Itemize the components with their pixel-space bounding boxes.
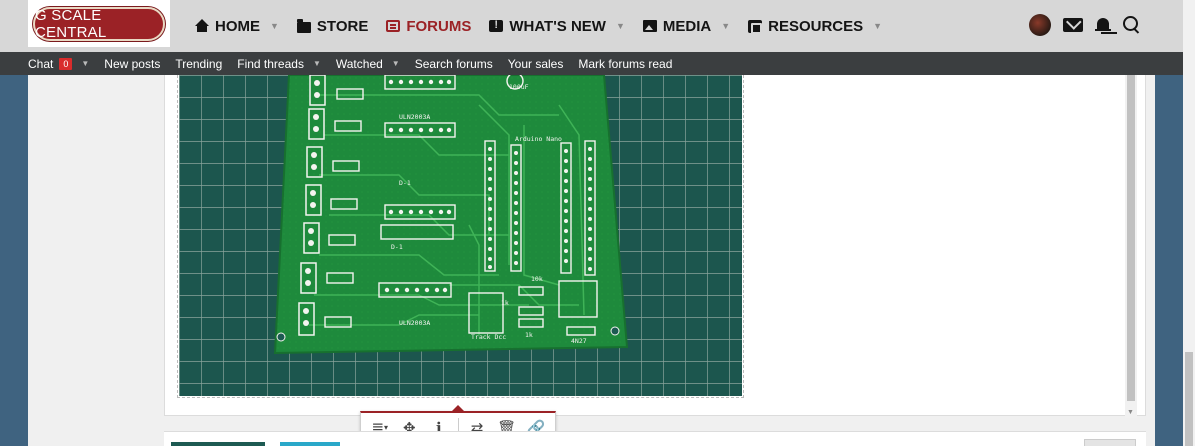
user-icons [1029,14,1141,36]
main-nav: HOME ▼ STORE FORUMS WHAT'S NEW ▼ MEDIA ▼… [195,0,900,52]
site-logo: G SCALE CENTRAL [33,6,165,41]
pcb-label-r10k: 10k [531,275,543,283]
chat-count-badge: 0 [59,57,73,70]
search-icon[interactable] [1123,16,1141,34]
subnav-label: Find threads [237,56,304,71]
chat-label: Chat [28,56,54,71]
chevron-down-icon[interactable]: ▼ [616,21,625,31]
nav-resources[interactable]: RESOURCES ▼ [748,0,882,52]
editor-scrollbar-thumb[interactable] [1127,75,1135,401]
subnav-label: Trending [175,56,223,71]
next-post-preview [164,431,1146,446]
pcb-label-r1k: 1k [525,331,533,339]
pcb-photo-graphic: Arduino Nano 100uF Track Dcc ULN2003A UL… [179,75,742,396]
pcb-photo[interactable]: Arduino Nano 100uF Track Dcc ULN2003A UL… [179,75,742,396]
nav-forums[interactable]: FORUMS [386,0,471,52]
subnav-label: Your sales [507,56,564,71]
sub-navigation: Chat 0 ▼ New posts Trending Find threads… [0,52,1183,75]
nav-home-label: HOME [215,17,260,35]
subnav-search-forums[interactable]: Search forums [415,57,493,71]
nav-home[interactable]: HOME ▼ [195,0,279,52]
next-post-title[interactable] [280,442,340,446]
subnav-label: Mark forums read [578,56,673,71]
image-icon [642,20,657,32]
nav-forums-label: FORUMS [406,17,472,35]
nav-media[interactable]: MEDIA ▼ [642,0,730,52]
chevron-down-icon[interactable]: ▼ [313,59,321,68]
resources-icon [748,19,763,34]
avatar[interactable] [1029,14,1051,36]
chevron-down-icon[interactable]: ▼ [721,21,730,31]
chevron-down-icon[interactable]: ▼ [81,59,89,68]
envelope-icon[interactable] [1063,18,1083,32]
pcb-label-arduino: Arduino Nano [515,135,562,143]
forum-icon [386,20,401,32]
pcb-label-d2: D-1 [399,179,411,187]
subnav-your-sales[interactable]: Your sales [508,57,564,71]
nav-resources-label: RESOURCES [768,17,864,35]
chevron-down-icon[interactable]: ▼ [270,21,279,31]
subnav-mark-forums-read[interactable]: Mark forums read [578,57,672,71]
bell-icon[interactable] [1095,17,1111,34]
pcb-label-chip: ULN2003A [399,113,430,121]
post-editor[interactable]: Arduino Nano 100uF Track Dcc ULN2003A UL… [164,75,1146,418]
subnav-trending[interactable]: Trending [175,57,222,71]
subnav-new-posts[interactable]: New posts [104,57,160,71]
whats-new-icon [489,19,504,32]
folder-icon [296,18,311,33]
site-logo-link[interactable]: G SCALE CENTRAL [28,0,170,47]
top-navigation: G SCALE CENTRAL HOME ▼ STORE FORUMS WHAT… [0,0,1183,52]
subnav-chat[interactable]: Chat 0 ▼ [28,57,89,71]
pcb-label-r1k2: 1k [501,299,509,307]
pcb-label-ic: ULN2003A [399,319,430,327]
editor-scrollbar[interactable]: ▼ [1125,75,1137,418]
next-post-button[interactable] [1084,439,1136,446]
chevron-down-icon[interactable]: ▼ [392,59,400,68]
page-scrollbar-thumb[interactable] [1185,352,1193,446]
pcb-label-cap: 100uF [509,83,529,91]
nav-whats-new[interactable]: WHAT'S NEW ▼ [489,0,625,52]
pcb-label-d1: D-1 [391,243,403,251]
home-icon [195,19,209,33]
nav-store-label: STORE [316,17,369,35]
nav-whats-new-label: WHAT'S NEW [509,17,606,35]
subnav-label: Search forums [414,56,493,71]
nav-store[interactable]: STORE [296,0,369,52]
chevron-down-icon[interactable]: ▼ [873,21,882,31]
subnav-watched[interactable]: Watched ▼ [336,57,400,71]
page-scrollbar[interactable] [1183,0,1195,446]
nav-media-label: MEDIA [662,17,712,35]
subnav-label: New posts [104,56,161,71]
subnav-label: Watched [335,56,383,71]
logo-text: G SCALE CENTRAL [35,6,107,41]
scroll-down-arrow-icon[interactable]: ▼ [1127,409,1134,416]
subnav-find-threads[interactable]: Find threads ▼ [237,57,321,71]
next-post-thumbnail[interactable] [171,442,265,446]
pcb-label-hw: 4N27 [571,337,587,345]
page-content: Arduino Nano 100uF Track Dcc ULN2003A UL… [28,75,1155,446]
pcb-label-track: Track Dcc [471,333,506,341]
